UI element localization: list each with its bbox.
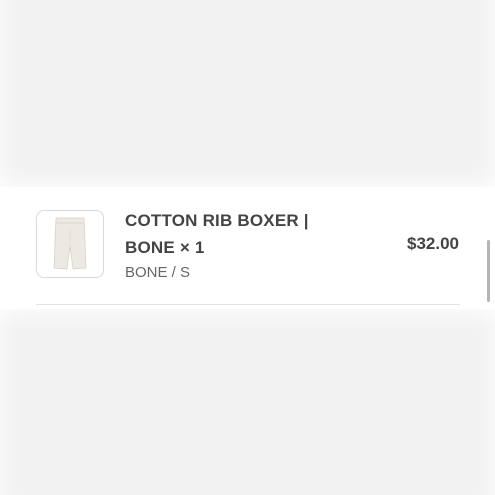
checkout-page: COTTON RIB BOXER | BONE × 1 BONE / S $32… — [0, 0, 495, 495]
divider — [36, 304, 460, 305]
scrollbar[interactable] — [487, 240, 490, 302]
product-title: COTTON RIB BOXER | BONE × 1 — [125, 207, 355, 261]
product-variant: BONE / S — [125, 264, 191, 281]
blurred-background-bottom — [0, 312, 495, 495]
product-title-line-2: BONE × 1 — [125, 238, 205, 257]
boxer-shorts-icon — [53, 217, 87, 270]
product-title-line-1: COTTON RIB BOXER | — [125, 211, 309, 230]
blurred-background-top — [0, 0, 495, 185]
product-thumbnail — [36, 210, 104, 278]
order-line-item: COTTON RIB BOXER | BONE × 1 BONE / S $32… — [0, 187, 495, 309]
product-price: $32.00 — [407, 234, 459, 253]
